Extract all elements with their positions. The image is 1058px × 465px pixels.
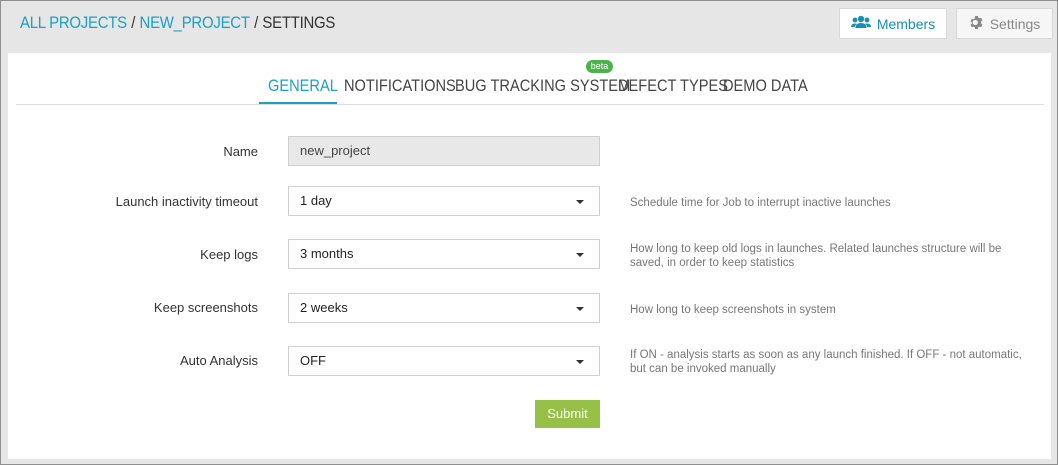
breadcrumb-separator: / [254, 13, 258, 32]
breadcrumb-current: SETTINGS [262, 13, 336, 32]
launch-timeout-help: Schedule time for Job to interrupt inact… [630, 197, 891, 209]
users-icon [850, 15, 871, 32]
launch-timeout-value: 1 day [300, 193, 332, 208]
auto-analysis-label: Auto Analysis [179, 353, 258, 368]
beta-badge: beta [586, 60, 613, 73]
keep-screenshots-label: Keep screenshots [153, 300, 258, 315]
settings-button-label: Settings [989, 15, 1041, 32]
tab-defect-types[interactable]: DEFECT TYPES [618, 76, 728, 96]
breadcrumb-separator: / [131, 13, 136, 32]
chevron-down-icon [576, 253, 584, 257]
members-button-label: Members [876, 15, 936, 32]
auto-analysis-help: If ON - analysis starts as soon as any l… [630, 349, 1022, 375]
chevron-down-icon [576, 307, 584, 311]
launch-timeout-select[interactable]: 1 day [288, 186, 600, 216]
name-label: Name [223, 144, 258, 159]
auto-analysis-select[interactable]: OFF [288, 346, 600, 376]
keep-logs-label: Keep logs [200, 247, 258, 262]
auto-analysis-value: OFF [300, 353, 326, 368]
app-window: ALL PROJECTS / NEW_PROJECT / SETTINGS Me… [0, 0, 1058, 465]
keep-screenshots-select[interactable]: 2 weeks [288, 293, 600, 323]
keep-screenshots-help: How long to keep screenshots in system [630, 304, 836, 316]
submit-button[interactable]: Submit [535, 400, 600, 428]
tab-demo-data[interactable]: DEMO DATA [723, 76, 808, 96]
tab-notifications[interactable]: NOTIFICATIONS [344, 76, 456, 96]
name-field: new_project [288, 136, 600, 166]
members-button[interactable]: Members [839, 8, 947, 39]
keep-screenshots-value: 2 weeks [300, 300, 348, 315]
settings-panel: GENERAL NOTIFICATIONS BUG TRACKING SYSTE… [8, 53, 1051, 459]
settings-tabs: GENERAL NOTIFICATIONS BUG TRACKING SYSTE… [8, 53, 1051, 105]
tab-bug-tracking-system[interactable]: BUG TRACKING SYSTEM [455, 76, 630, 96]
gear-icon [969, 15, 984, 33]
breadcrumb-project[interactable]: NEW_PROJECT [140, 13, 250, 33]
keep-logs-value: 3 months [300, 246, 354, 261]
chevron-down-icon [576, 360, 584, 364]
settings-button[interactable]: Settings [956, 8, 1053, 39]
tab-general[interactable]: GENERAL [268, 76, 338, 96]
breadcrumb-all-projects[interactable]: ALL PROJECTS [20, 13, 127, 33]
keep-logs-select[interactable]: 3 months [288, 239, 600, 269]
launch-timeout-label: Launch inactivity timeout [115, 194, 258, 209]
chevron-down-icon [576, 200, 584, 204]
keep-logs-help: How long to keep old logs in launches. R… [630, 243, 1002, 269]
breadcrumb: ALL PROJECTS / NEW_PROJECT / SETTINGS [20, 13, 335, 33]
tabs-divider [16, 104, 1044, 105]
